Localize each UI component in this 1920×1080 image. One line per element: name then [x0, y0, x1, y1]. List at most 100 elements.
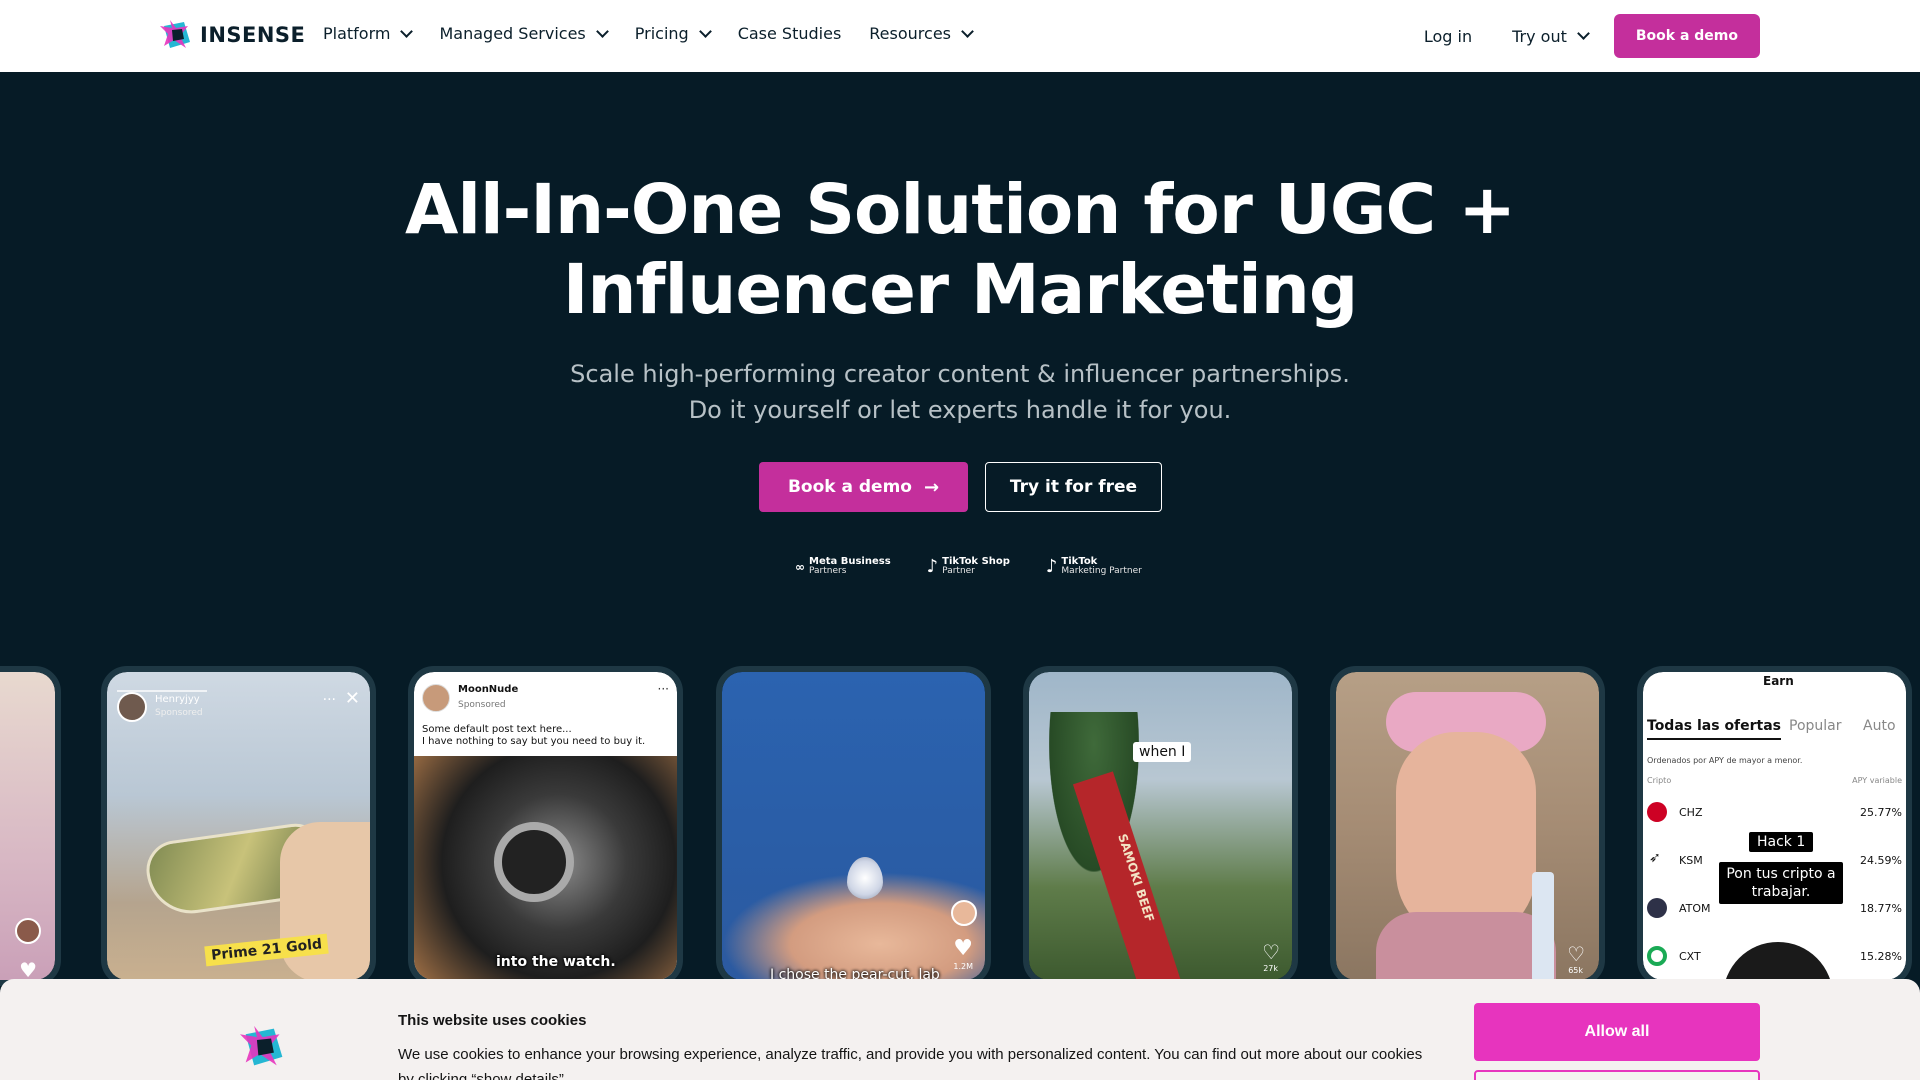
tab-auto[interactable]: Auto	[1863, 718, 1896, 734]
crypto-apy: 15.28%	[1860, 950, 1902, 963]
like-count: 1.2M	[953, 962, 973, 971]
chevron-down-icon	[595, 24, 609, 38]
nav-pricing[interactable]: Pricing	[634, 24, 712, 43]
nav-managed-services-label: Managed Services	[439, 24, 586, 43]
face-image	[1396, 732, 1536, 942]
creator-avatar	[117, 692, 147, 722]
crypto-apy: 25.77%	[1860, 806, 1902, 819]
tiktok-icon: ♪	[926, 556, 939, 577]
tiktok-shop-sub: Partner	[942, 566, 975, 576]
close-icon[interactable]: ✕	[345, 688, 360, 709]
try-free-button[interactable]: Try it for free	[985, 462, 1162, 512]
crypto-apy: 18.77%	[1860, 902, 1902, 915]
chz-icon	[1647, 802, 1667, 822]
atom-icon	[1647, 898, 1667, 918]
partner-badges: ∞ Meta Business Partners ♪ TikTok Shop P…	[795, 556, 1142, 577]
post-text-2: I have nothing to say but you need to bu…	[422, 736, 646, 747]
heart-icon[interactable]: ♡	[1567, 942, 1585, 966]
video-label: when I	[1133, 742, 1192, 762]
meta-partner-sub: Partners	[809, 566, 847, 576]
cookie-secondary-button[interactable]	[1474, 1070, 1760, 1080]
nav-pricing-label: Pricing	[634, 24, 689, 43]
chevron-down-icon	[698, 24, 712, 38]
ksm-icon: ➶	[1649, 850, 1661, 866]
nav-managed-services[interactable]: Managed Services	[439, 24, 609, 43]
crypto-symbol: ATOM	[1679, 902, 1711, 915]
chevron-down-icon	[400, 24, 414, 38]
nav-platform-label: Platform	[323, 24, 391, 43]
ugc-carousel: ♥ Henryjyy Sponsored ··· ✕ Prime 21 Gold…	[0, 666, 1920, 996]
shirt-image	[1376, 912, 1556, 980]
post-author: MoonNude	[458, 684, 519, 695]
video-caption: into the watch.	[496, 954, 616, 970]
arrow-right-icon: →	[923, 476, 940, 498]
ring-image	[847, 857, 883, 899]
nav-case-studies[interactable]: Case Studies	[738, 24, 842, 43]
book-demo-hero-button[interactable]: Book a demo →	[759, 462, 968, 512]
more-options-icon[interactable]: ···	[658, 682, 669, 696]
book-demo-hero-label: Book a demo	[787, 477, 912, 497]
book-demo-nav-button[interactable]: Book a demo	[1613, 14, 1760, 58]
creator-avatar	[15, 918, 41, 944]
cookie-text: We use cookies to enhance your browsing …	[398, 1046, 1423, 1080]
crypto-symbol: CXT	[1679, 950, 1701, 963]
tab-popular[interactable]: Popular	[1789, 718, 1842, 734]
ugc-card-4[interactable]: ♥ 1.2M I chose the pear-cut, lab	[716, 666, 991, 986]
nav-resources-label: Resources	[869, 24, 951, 43]
heart-icon[interactable]: ♥	[953, 936, 973, 961]
crypto-apy: 24.59%	[1860, 854, 1902, 867]
tiktok-shop-badge: ♪ TikTok Shop Partner	[927, 556, 1010, 577]
ugc-card-3[interactable]: MoonNude Sponsored ··· Some default post…	[408, 666, 683, 986]
insense-logo-icon	[240, 1025, 283, 1066]
brand-avatar	[422, 684, 450, 712]
cookie-banner: This website uses cookies We use cookies…	[0, 979, 1920, 1080]
meta-icon: ∞	[795, 559, 805, 574]
insense-logo[interactable]: INSENSE	[160, 18, 305, 52]
heart-icon: ♥	[19, 958, 37, 980]
like-count: 27k	[1263, 964, 1278, 973]
insense-logo-icon	[160, 20, 190, 48]
more-options-icon[interactable]: ···	[323, 692, 336, 708]
hero-subtitle-line-2: Do it yourself or let experts handle it …	[688, 396, 1232, 424]
nav-platform[interactable]: Platform	[323, 24, 414, 43]
login-link[interactable]: Log in	[1424, 27, 1472, 46]
ugc-card-7[interactable]: Earn Todas las ofertas Popular Auto Orde…	[1637, 666, 1912, 986]
cxt-icon	[1647, 946, 1667, 966]
tiktok-icon: ♪	[1045, 556, 1058, 577]
product-tube-image	[1532, 872, 1554, 980]
chevron-down-icon	[961, 24, 974, 38]
nav-resources[interactable]: Resources	[869, 24, 974, 43]
creator-avatar	[951, 900, 977, 926]
crypto-symbol: CHZ	[1679, 806, 1703, 819]
try-out-dropdown[interactable]: Try out	[1512, 26, 1590, 46]
sponsored-tag: Sponsored	[458, 700, 506, 710]
top-navbar: INSENSE Platform Managed Services Pricin…	[0, 0, 1920, 72]
ugc-card-1[interactable]: ♥	[0, 666, 61, 986]
crypto-symbol: KSM	[1679, 854, 1703, 867]
ugc-card-5[interactable]: when I SAMOKI BEEF ♡ 27k	[1023, 666, 1298, 986]
post-text-1: Some default post text here...	[422, 724, 572, 735]
try-out-label: Try out	[1512, 26, 1567, 46]
ugc-card-6[interactable]: ♡ 65k	[1330, 666, 1605, 986]
hero-title-line-2: Influencer Marketing	[562, 250, 1359, 330]
tab-all-offers[interactable]: Todas las ofertas	[1647, 718, 1782, 740]
sponsored-tag: Sponsored	[155, 708, 203, 718]
app-header: Earn	[1763, 674, 1794, 688]
column-crypto: Cripto	[1647, 776, 1672, 785]
creator-head-image	[1723, 942, 1833, 980]
column-apy: APY variable	[1852, 776, 1902, 785]
meta-partner-badge: ∞ Meta Business Partners	[795, 557, 891, 576]
tiktok-marketing-badge: ♪ TikTok Marketing Partner	[1046, 556, 1142, 577]
hero-subtitle-line-1: Scale high-performing creator content & …	[570, 360, 1350, 388]
sort-note: Ordenados por APY de mayor a menor.	[1647, 756, 1803, 765]
brand-name: INSENSE	[200, 23, 306, 47]
hero-title: All-In-One Solution for UGC + Influencer…	[0, 170, 1920, 330]
hack-label: Hack 1	[1749, 832, 1814, 852]
allow-all-button[interactable]: Allow all	[1474, 1003, 1760, 1061]
hack-text: Pon tus cripto a trabajar.	[1719, 862, 1843, 904]
watch-face	[494, 822, 574, 902]
ugc-card-2[interactable]: Henryjyy Sponsored ··· ✕ Prime 21 Gold	[101, 666, 376, 986]
heart-icon[interactable]: ♡	[1262, 940, 1280, 964]
tiktok-marketing-sub: Marketing Partner	[1061, 566, 1142, 576]
like-count: 65k	[1568, 966, 1583, 975]
